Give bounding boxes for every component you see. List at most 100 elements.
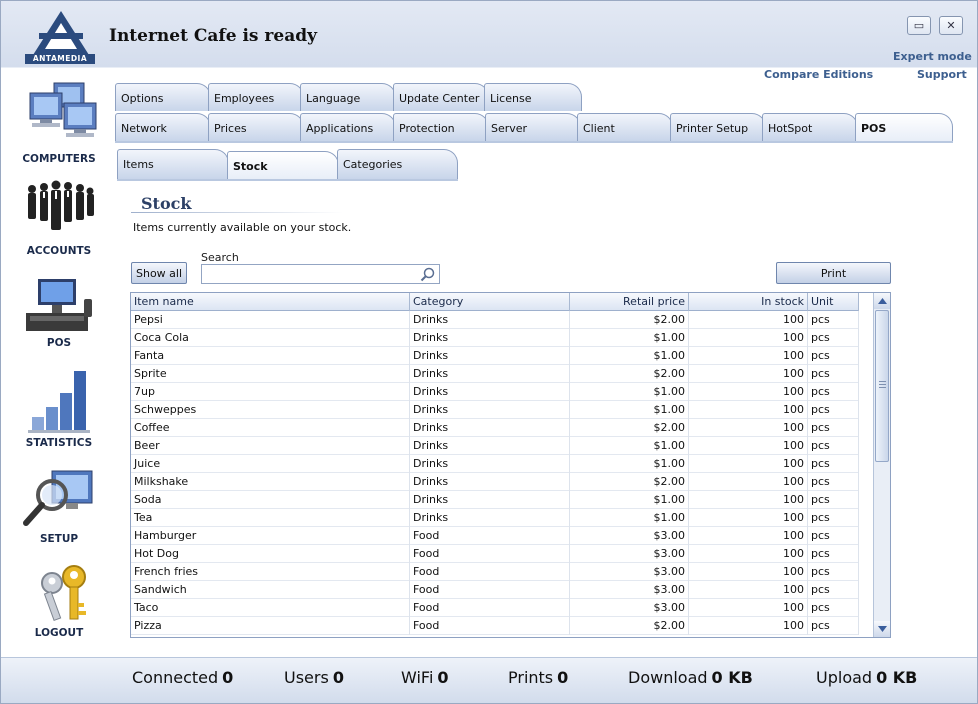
expert-mode-link[interactable]: Expert mode [893, 50, 972, 63]
pos-icon [26, 279, 92, 331]
tab-options[interactable]: Options [115, 83, 211, 111]
table-row[interactable]: French fries Food $3.00 100 pcs [131, 563, 859, 581]
table-row[interactable]: Sprite Drinks $2.00 100 pcs [131, 365, 859, 383]
cell-retail-price: $1.00 [570, 509, 689, 527]
subtab-categories[interactable]: Categories [337, 149, 458, 179]
table-row[interactable]: Tea Drinks $1.00 100 pcs [131, 509, 859, 527]
logo-text: ANTAMEDIA [25, 54, 95, 64]
compare-editions-link[interactable]: Compare Editions [764, 68, 873, 81]
print-button[interactable]: Print [776, 262, 891, 284]
cell-retail-price: $3.00 [570, 581, 689, 599]
cell-item-name: Hamburger [131, 527, 410, 545]
tab-protection[interactable]: Protection [393, 113, 489, 141]
search-icon[interactable] [420, 267, 435, 282]
cell-in-stock: 100 [689, 491, 808, 509]
search-field[interactable] [201, 264, 440, 284]
search-label: Search [201, 251, 239, 264]
tab-update-center[interactable]: Update Center [393, 83, 489, 111]
logout-icon [41, 565, 86, 621]
cell-category: Food [410, 527, 570, 545]
minimize-button[interactable]: ▭ [907, 16, 931, 35]
search-input[interactable] [204, 266, 416, 282]
status-users-label: Users [284, 668, 329, 687]
tab-pos[interactable]: POS [855, 113, 953, 141]
cell-in-stock: 100 [689, 383, 808, 401]
cell-retail-price: $2.00 [570, 419, 689, 437]
tab-language[interactable]: Language [300, 83, 396, 111]
tab-printer-setup[interactable]: Printer Setup [670, 113, 766, 141]
page-description: Items currently available on your stock. [133, 221, 352, 234]
cell-item-name: 7up [131, 383, 410, 401]
setup-icon [23, 470, 93, 526]
subtab-stock[interactable]: Stock [227, 151, 339, 179]
table-row[interactable]: Pizza Food $2.00 100 pcs [131, 617, 859, 635]
tab-prices[interactable]: Prices [208, 113, 304, 141]
table-row[interactable]: Hamburger Food $3.00 100 pcs [131, 527, 859, 545]
sidebar-item-setup[interactable]: SETUP [9, 467, 109, 545]
status-prints-label: Prints [508, 668, 554, 687]
status-wifi-label: WiFi [401, 668, 434, 687]
cell-in-stock: 100 [689, 347, 808, 365]
sidebar-item-logout[interactable]: LOGOUT [9, 563, 109, 639]
cell-category: Drinks [410, 401, 570, 419]
sidebar-item-computers[interactable]: COMPUTERS [9, 79, 109, 165]
cell-in-stock: 100 [689, 365, 808, 383]
tab-server[interactable]: Server [485, 113, 581, 141]
table-scrollbar[interactable] [873, 293, 890, 637]
table-row[interactable]: Fanta Drinks $1.00 100 pcs [131, 347, 859, 365]
cell-item-name: Pepsi [131, 311, 410, 329]
sidebar-item-statistics[interactable]: STATISTICS [9, 367, 109, 449]
table-row[interactable]: Taco Food $3.00 100 pcs [131, 599, 859, 617]
cell-unit: pcs [808, 311, 859, 329]
table-row[interactable]: Hot Dog Food $3.00 100 pcs [131, 545, 859, 563]
cell-unit: pcs [808, 473, 859, 491]
column-header-unit[interactable]: Unit [808, 293, 859, 311]
cell-unit: pcs [808, 563, 859, 581]
cell-in-stock: 100 [689, 563, 808, 581]
table-row[interactable]: 7up Drinks $1.00 100 pcs [131, 383, 859, 401]
table-row[interactable]: Pepsi Drinks $2.00 100 pcs [131, 311, 859, 329]
column-header-item-name[interactable]: Item name [131, 293, 410, 311]
status-upload-value: 0 KB [876, 668, 918, 687]
table-row[interactable]: Coffee Drinks $2.00 100 pcs [131, 419, 859, 437]
statistics-icon [28, 371, 90, 433]
status-download-label: Download [628, 668, 708, 687]
cell-category: Drinks [410, 473, 570, 491]
tab-hotspot[interactable]: HotSpot [762, 113, 858, 141]
tab-client[interactable]: Client [577, 113, 673, 141]
column-header-category[interactable]: Category [410, 293, 570, 311]
tab-applications[interactable]: Applications [300, 113, 396, 141]
table-row[interactable]: Coca Cola Drinks $1.00 100 pcs [131, 329, 859, 347]
cell-retail-price: $1.00 [570, 347, 689, 365]
column-header-retail-price[interactable]: Retail price [570, 293, 689, 311]
sidebar-item-pos[interactable]: POS [9, 277, 109, 349]
close-button[interactable]: ✕ [939, 16, 963, 35]
status-wifi: WiFi 0 [401, 668, 449, 687]
tab-employees[interactable]: Employees [208, 83, 304, 111]
status-download-value: 0 KB [711, 668, 753, 687]
cell-item-name: Fanta [131, 347, 410, 365]
scroll-down-arrow-icon[interactable] [874, 621, 890, 637]
table-row[interactable]: Milkshake Drinks $2.00 100 pcs [131, 473, 859, 491]
show-all-button[interactable]: Show all [131, 262, 187, 284]
scrollbar-thumb[interactable] [875, 310, 889, 462]
cell-in-stock: 100 [689, 437, 808, 455]
support-link[interactable]: Support [917, 68, 967, 81]
stock-table[interactable]: Item name Category Retail price In stock… [130, 292, 891, 638]
tab-license[interactable]: License [484, 83, 582, 111]
table-row[interactable]: Soda Drinks $1.00 100 pcs [131, 491, 859, 509]
sidebar-item-label: ACCOUNTS [26, 245, 92, 257]
app-window: ANTAMEDIA Internet Cafe is ready ▭ ✕ Exp… [0, 0, 978, 704]
table-row[interactable]: Schweppes Drinks $1.00 100 pcs [131, 401, 859, 419]
sidebar-item-accounts[interactable]: ACCOUNTS [9, 179, 109, 257]
column-header-in-stock[interactable]: In stock [689, 293, 808, 311]
cell-category: Food [410, 581, 570, 599]
table-row[interactable]: Sandwich Food $3.00 100 pcs [131, 581, 859, 599]
cell-item-name: Hot Dog [131, 545, 410, 563]
scroll-up-arrow-icon[interactable] [874, 293, 890, 309]
table-row[interactable]: Beer Drinks $1.00 100 pcs [131, 437, 859, 455]
tab-network[interactable]: Network [115, 113, 211, 141]
table-row[interactable]: Juice Drinks $1.00 100 pcs [131, 455, 859, 473]
subtab-items[interactable]: Items [117, 149, 229, 179]
app-status-title: Internet Cafe is ready [109, 26, 317, 46]
